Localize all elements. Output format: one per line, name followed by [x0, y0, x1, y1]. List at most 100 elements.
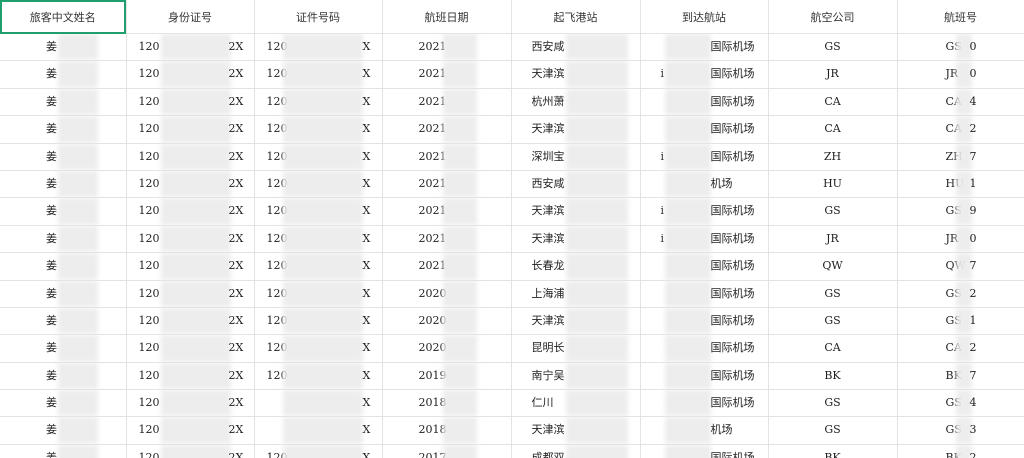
- cell-departure-station[interactable]: 昆明长: [511, 334, 641, 363]
- cell-document-number[interactable]: 120 X: [254, 280, 383, 308]
- cell-document-number[interactable]: 120 X: [254, 88, 383, 117]
- cell-flight-number[interactable]: GS 4: [897, 389, 1024, 418]
- cell-airline[interactable]: CA: [768, 88, 898, 117]
- cell-id-number[interactable]: 120 2X: [126, 444, 255, 458]
- cell-airline[interactable]: JR: [768, 225, 898, 254]
- cell-flight-date[interactable]: 2020: [382, 280, 512, 308]
- cell-passenger-name[interactable]: 姜: [0, 60, 127, 89]
- cell-departure-station[interactable]: 上海浦: [511, 280, 641, 308]
- cell-id-number[interactable]: 120 2X: [126, 115, 255, 144]
- cell-id-number[interactable]: 120 2X: [126, 389, 255, 418]
- cell-flight-date[interactable]: 2021: [382, 60, 512, 89]
- cell-airline[interactable]: GS: [768, 197, 898, 226]
- cell-departure-station[interactable]: 西安咸: [511, 170, 641, 199]
- cell-passenger-name[interactable]: 姜: [0, 225, 127, 254]
- cell-id-number[interactable]: 120 2X: [126, 416, 255, 445]
- cell-flight-date[interactable]: 2021: [382, 225, 512, 254]
- cell-document-number[interactable]: 120 X: [254, 225, 383, 254]
- cell-departure-station[interactable]: 天津滨: [511, 416, 641, 445]
- cell-id-number[interactable]: 120 2X: [126, 334, 255, 363]
- cell-document-number[interactable]: 120 X: [254, 33, 383, 62]
- cell-airline[interactable]: HU: [768, 170, 898, 199]
- cell-flight-number[interactable]: JR 0: [897, 225, 1024, 254]
- cell-airline[interactable]: JR: [768, 60, 898, 89]
- cell-arrival-station[interactable]: 国际机场: [640, 252, 769, 281]
- cell-flight-date[interactable]: 2021: [382, 197, 512, 226]
- column-header-flight-number[interactable]: 航班号: [897, 0, 1024, 34]
- cell-flight-date[interactable]: 2019: [382, 362, 512, 391]
- cell-flight-number[interactable]: GS 9: [897, 197, 1024, 226]
- cell-passenger-name[interactable]: 姜: [0, 416, 127, 445]
- cell-document-number[interactable]: 120 X: [254, 60, 383, 89]
- cell-flight-number[interactable]: GS 0: [897, 33, 1024, 62]
- cell-arrival-station[interactable]: 国际机场: [640, 444, 769, 458]
- cell-passenger-name[interactable]: 姜: [0, 197, 127, 226]
- cell-flight-number[interactable]: GS 1: [897, 307, 1024, 336]
- cell-departure-station[interactable]: 杭州萧: [511, 88, 641, 117]
- cell-flight-number[interactable]: JR 0: [897, 60, 1024, 89]
- cell-arrival-station[interactable]: i 国际机场: [640, 225, 769, 254]
- cell-passenger-name[interactable]: 姜: [0, 252, 127, 281]
- column-header-id-number[interactable]: 身份证号: [126, 0, 255, 34]
- cell-flight-date[interactable]: 2021: [382, 143, 512, 171]
- cell-passenger-name[interactable]: 姜: [0, 307, 127, 336]
- cell-departure-station[interactable]: 仁川: [511, 389, 641, 418]
- column-header-arrival-station[interactable]: 到达航站: [640, 0, 769, 34]
- cell-document-number[interactable]: X: [254, 416, 383, 445]
- cell-passenger-name[interactable]: 姜: [0, 280, 127, 308]
- cell-document-number[interactable]: X: [254, 389, 383, 418]
- cell-airline[interactable]: BK: [768, 362, 898, 391]
- cell-id-number[interactable]: 120 2X: [126, 307, 255, 336]
- cell-flight-date[interactable]: 2021: [382, 115, 512, 144]
- column-header-document-number[interactable]: 证件号码: [254, 0, 383, 34]
- cell-departure-station[interactable]: 天津滨: [511, 197, 641, 226]
- cell-arrival-station[interactable]: 国际机场: [640, 389, 769, 418]
- cell-departure-station[interactable]: 深圳宝: [511, 143, 641, 171]
- cell-airline[interactable]: CA: [768, 115, 898, 144]
- cell-document-number[interactable]: 120 X: [254, 362, 383, 391]
- cell-flight-date[interactable]: 2021: [382, 170, 512, 199]
- cell-flight-number[interactable]: GS 3: [897, 416, 1024, 445]
- cell-flight-number[interactable]: BK 2: [897, 444, 1024, 458]
- cell-flight-date[interactable]: 2017: [382, 444, 512, 458]
- cell-departure-station[interactable]: 成都双: [511, 444, 641, 458]
- cell-passenger-name[interactable]: 姜: [0, 389, 127, 418]
- cell-airline[interactable]: GS: [768, 416, 898, 445]
- cell-flight-date[interactable]: 2021: [382, 33, 512, 62]
- cell-flight-number[interactable]: ZH 7: [897, 143, 1024, 171]
- column-header-flight-date[interactable]: 航班日期: [382, 0, 512, 34]
- cell-flight-date[interactable]: 2021: [382, 88, 512, 117]
- cell-flight-number[interactable]: CA 2: [897, 334, 1024, 363]
- cell-passenger-name[interactable]: 姜: [0, 88, 127, 117]
- cell-document-number[interactable]: 120 X: [254, 115, 383, 144]
- cell-departure-station[interactable]: 天津滨: [511, 115, 641, 144]
- cell-airline[interactable]: GS: [768, 389, 898, 418]
- cell-arrival-station[interactable]: 国际机场: [640, 334, 769, 363]
- cell-passenger-name[interactable]: 姜: [0, 170, 127, 199]
- cell-airline[interactable]: BK: [768, 444, 898, 458]
- cell-airline[interactable]: GS: [768, 280, 898, 308]
- cell-id-number[interactable]: 120 2X: [126, 60, 255, 89]
- cell-document-number[interactable]: 120 X: [254, 334, 383, 363]
- cell-airline[interactable]: ZH: [768, 143, 898, 171]
- cell-arrival-station[interactable]: 国际机场: [640, 307, 769, 336]
- cell-departure-station[interactable]: 天津滨: [511, 225, 641, 254]
- cell-flight-number[interactable]: QW7: [897, 252, 1024, 281]
- cell-departure-station[interactable]: 长春龙: [511, 252, 641, 281]
- cell-passenger-name[interactable]: 姜: [0, 143, 127, 171]
- cell-passenger-name[interactable]: 姜: [0, 334, 127, 363]
- cell-departure-station[interactable]: 天津滨: [511, 60, 641, 89]
- cell-flight-date[interactable]: 2018: [382, 416, 512, 445]
- cell-flight-number[interactable]: HU1: [897, 170, 1024, 199]
- cell-arrival-station[interactable]: i 国际机场: [640, 60, 769, 89]
- cell-flight-date[interactable]: 2021: [382, 252, 512, 281]
- cell-arrival-station[interactable]: 国际机场: [640, 115, 769, 144]
- cell-flight-date[interactable]: 2018: [382, 389, 512, 418]
- cell-id-number[interactable]: 120 2X: [126, 280, 255, 308]
- cell-airline[interactable]: QW: [768, 252, 898, 281]
- cell-departure-station[interactable]: 西安咸: [511, 33, 641, 62]
- cell-flight-date[interactable]: 2020: [382, 307, 512, 336]
- cell-arrival-station[interactable]: 机场: [640, 170, 769, 199]
- cell-flight-number[interactable]: CA 2: [897, 115, 1024, 144]
- cell-id-number[interactable]: 120 2X: [126, 197, 255, 226]
